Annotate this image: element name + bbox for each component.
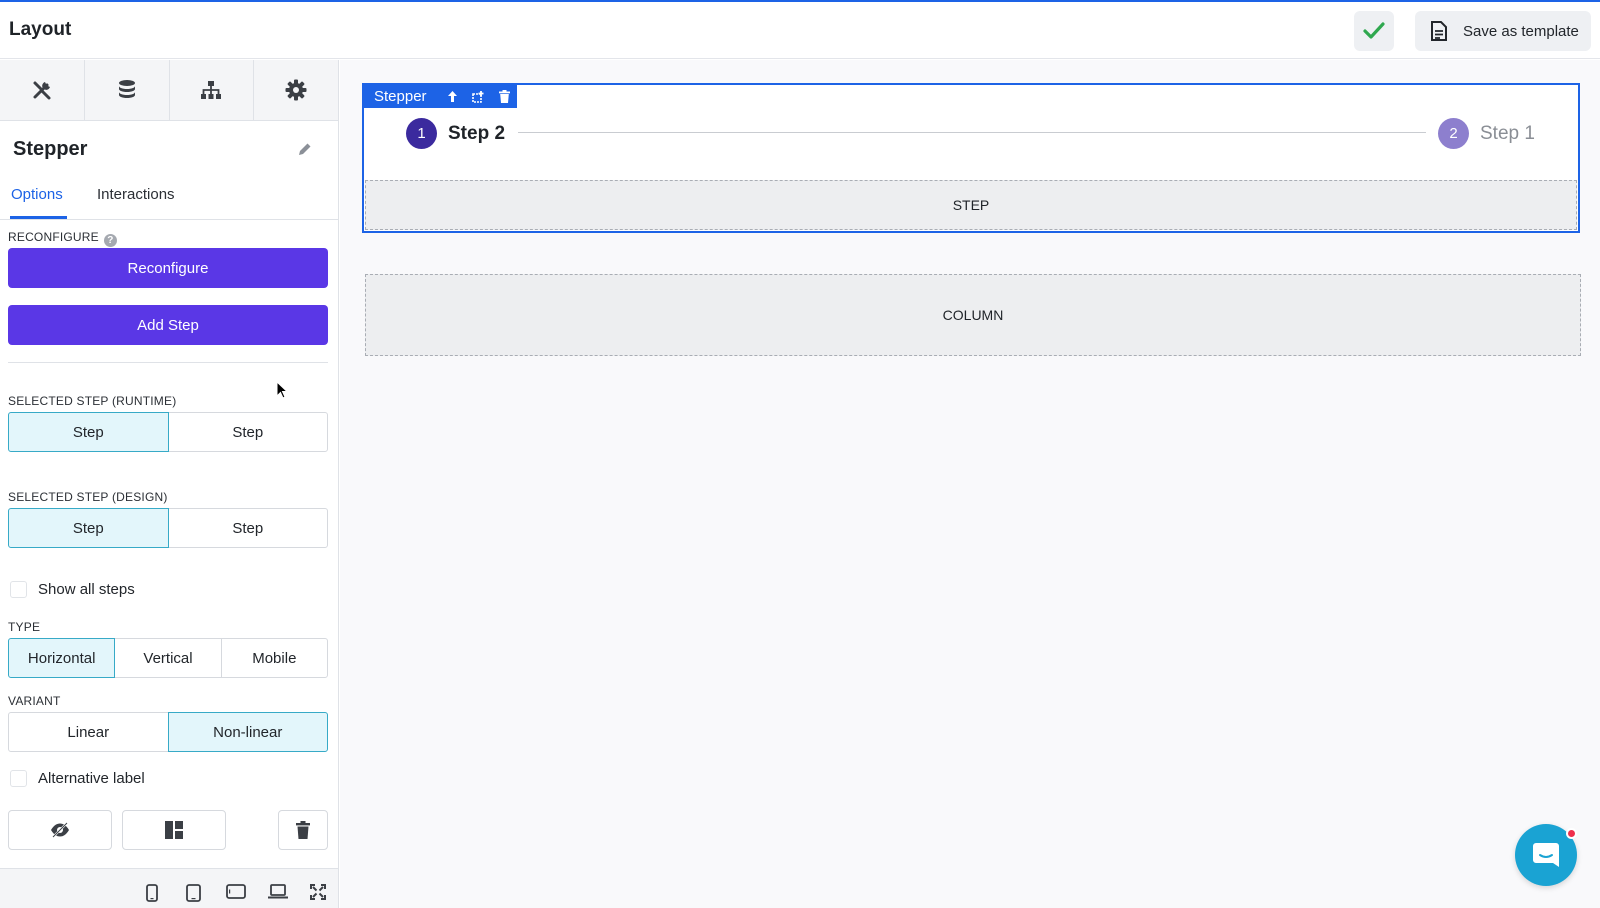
pencil-icon[interactable] [297, 142, 312, 157]
tab-settings[interactable] [254, 60, 338, 120]
database-icon [118, 80, 135, 98]
layout-grid-icon [165, 821, 183, 839]
sidebar-tabs [0, 60, 338, 121]
type-toggle: Horizontal Vertical Mobile [8, 638, 328, 678]
reconfigure-section-label: RECONFIGURE? [8, 230, 117, 247]
tab-data[interactable] [84, 60, 170, 120]
design-step-option-2[interactable]: Step [167, 508, 328, 548]
alternative-label-row[interactable]: Alternative label [10, 770, 145, 787]
reconfigure-label-text: RECONFIGURE [8, 230, 99, 244]
step-label-active[interactable]: Step 2 [448, 123, 505, 145]
mouse-cursor-icon [276, 381, 288, 399]
show-all-steps-checkbox[interactable] [10, 581, 27, 598]
document-icon [1431, 21, 1447, 41]
type-option-mobile[interactable]: Mobile [220, 638, 328, 678]
top-bar: Layout Save as template [0, 2, 1600, 59]
type-option-horizontal[interactable]: Horizontal [8, 638, 116, 678]
stepper-tag-label: Stepper [374, 87, 427, 105]
hierarchy-icon [201, 81, 222, 99]
column-drop-zone[interactable]: COLUMN [365, 274, 1581, 356]
type-label: TYPE [8, 620, 41, 634]
sidebar-subtabs: Options Interactions [0, 178, 338, 220]
eye-slash-icon [51, 822, 69, 838]
tablet-icon[interactable] [186, 884, 201, 902]
gear-icon [285, 79, 307, 101]
laptop-icon[interactable] [268, 884, 288, 899]
check-icon [1363, 22, 1385, 39]
step-number-active[interactable]: 1 [406, 118, 437, 149]
save-as-template-button[interactable]: Save as template [1415, 11, 1591, 51]
duplicate-icon[interactable] [471, 90, 485, 103]
stepper-selection-tag: Stepper [362, 84, 517, 108]
selected-step-runtime-toggle: Step Step [8, 412, 328, 452]
delete-component-button[interactable] [278, 810, 328, 850]
divider [8, 362, 328, 363]
step-number-inactive[interactable]: 2 [1438, 118, 1469, 149]
alternative-label-checkbox[interactable] [10, 770, 27, 787]
variant-option-non-linear[interactable]: Non-linear [167, 712, 328, 752]
step-label-inactive[interactable]: Step 1 [1480, 123, 1535, 145]
component-title: Stepper [13, 138, 88, 160]
variant-option-linear[interactable]: Linear [8, 712, 169, 752]
confirm-button[interactable] [1354, 11, 1394, 51]
selected-step-design-toggle: Step Step [8, 508, 328, 548]
show-all-steps-row[interactable]: Show all steps [10, 581, 135, 598]
active-tab-indicator [10, 216, 67, 219]
trash-icon[interactable] [498, 89, 510, 103]
tablet-landscape-icon[interactable] [226, 884, 246, 899]
tab-options[interactable]: Options [11, 186, 63, 203]
tab-structure[interactable] [169, 60, 255, 120]
reconfigure-button[interactable]: Reconfigure [8, 248, 328, 288]
layout-button[interactable] [122, 810, 226, 850]
selected-step-design-label: SELECTED STEP (DESIGN) [8, 490, 168, 504]
tab-interactions[interactable]: Interactions [97, 186, 175, 203]
add-step-button[interactable]: Add Step [8, 305, 328, 345]
step-connector [518, 132, 1426, 133]
chat-icon [1533, 843, 1559, 867]
mobile-icon[interactable] [146, 884, 158, 902]
variant-toggle: Linear Non-linear [8, 712, 328, 752]
runtime-step-option-1[interactable]: Step [8, 412, 169, 452]
show-all-steps-label: Show all steps [38, 581, 135, 598]
tools-icon [33, 81, 51, 100]
design-step-option-1[interactable]: Step [8, 508, 169, 548]
help-icon[interactable]: ? [103, 234, 117, 247]
save-as-template-label: Save as template [1463, 22, 1579, 40]
move-up-icon[interactable] [447, 90, 458, 103]
visibility-button[interactable] [8, 810, 112, 850]
variant-label: VARIANT [8, 694, 61, 708]
step-drop-zone[interactable]: STEP [365, 180, 1577, 230]
fullscreen-icon[interactable] [310, 884, 326, 900]
runtime-step-option-2[interactable]: Step [167, 412, 328, 452]
trash-icon [296, 821, 310, 839]
alternative-label-text: Alternative label [38, 770, 145, 787]
selected-step-runtime-label: SELECTED STEP (RUNTIME) [8, 394, 177, 408]
page-title: Layout [9, 19, 72, 40]
tab-tools[interactable] [0, 60, 85, 120]
notification-badge [1566, 828, 1577, 839]
type-option-vertical[interactable]: Vertical [114, 638, 222, 678]
